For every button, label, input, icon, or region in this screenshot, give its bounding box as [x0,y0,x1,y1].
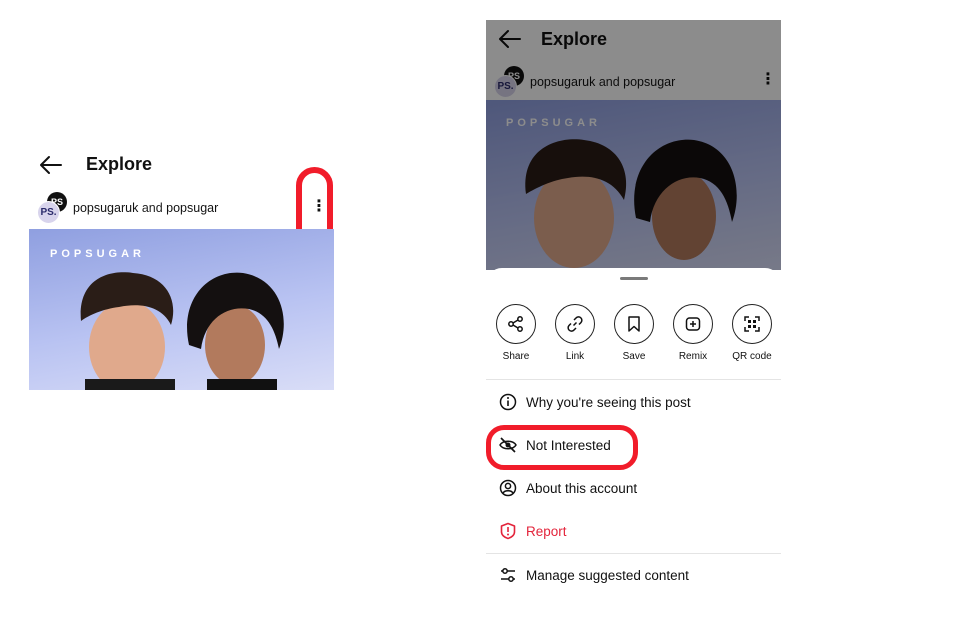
sliders-icon [501,568,515,582]
menu-label: Manage suggested content [526,567,689,583]
post-header: PS PS. popsugaruk and popsugar [37,192,327,224]
info-icon [499,393,517,411]
explore-screen-right: Explore PS PS. popsugaruk and popsugar ⋮… [486,20,781,600]
post-accounts[interactable]: popsugaruk and popsugar [73,201,218,215]
bookmark-icon [628,316,640,332]
menu-why-seeing-post[interactable]: Why you're seeing this post [498,390,768,414]
share-icon [508,316,523,332]
link-label: Link [565,351,585,362]
back-arrow-icon[interactable] [39,154,63,176]
avatar[interactable]: PS PS. [37,192,67,224]
qr-code-button[interactable]: QR code [729,304,775,362]
link-button[interactable]: Link [552,304,598,362]
menu-label: Why you're seeing this post [526,394,691,410]
account-name-primary[interactable]: popsugaruk [73,201,138,215]
account-icon [499,479,517,497]
link-icon [567,316,583,332]
menu-label: About this account [526,480,638,496]
sheet-drag-handle[interactable] [620,277,648,280]
post-image[interactable]: POPSUGAR [29,229,334,390]
modal-backdrop[interactable] [486,20,781,270]
remix-label: Remix [678,351,708,362]
quick-actions: Share Link Save Remix QR code [493,304,775,368]
remix-button[interactable]: Remix [670,304,716,362]
explore-screen-left: Explore PS PS. popsugaruk and popsugar ⋮… [29,140,334,390]
divider [486,379,781,380]
menu-report[interactable]: Report [498,519,768,543]
qr-code-label: QR code [732,351,772,362]
avatar-bottom: PS. [37,201,60,224]
page-title: Explore [86,154,153,174]
save-label: Save [622,351,646,362]
report-icon [500,522,516,540]
share-button[interactable]: Share [493,304,539,362]
highlight-not-interested [486,425,638,470]
menu-label: Report [526,523,567,539]
save-button[interactable]: Save [611,304,657,362]
post-photo [80,272,284,390]
account-name-secondary[interactable]: popsugar [166,201,218,215]
remix-icon [685,317,701,331]
menu-about-account[interactable]: About this account [498,476,768,500]
accounts-joiner: and [141,201,163,215]
divider [486,553,781,554]
qr-code-icon [744,316,760,332]
menu-manage-suggested[interactable]: Manage suggested content [498,563,768,587]
share-label: Share [502,351,530,362]
